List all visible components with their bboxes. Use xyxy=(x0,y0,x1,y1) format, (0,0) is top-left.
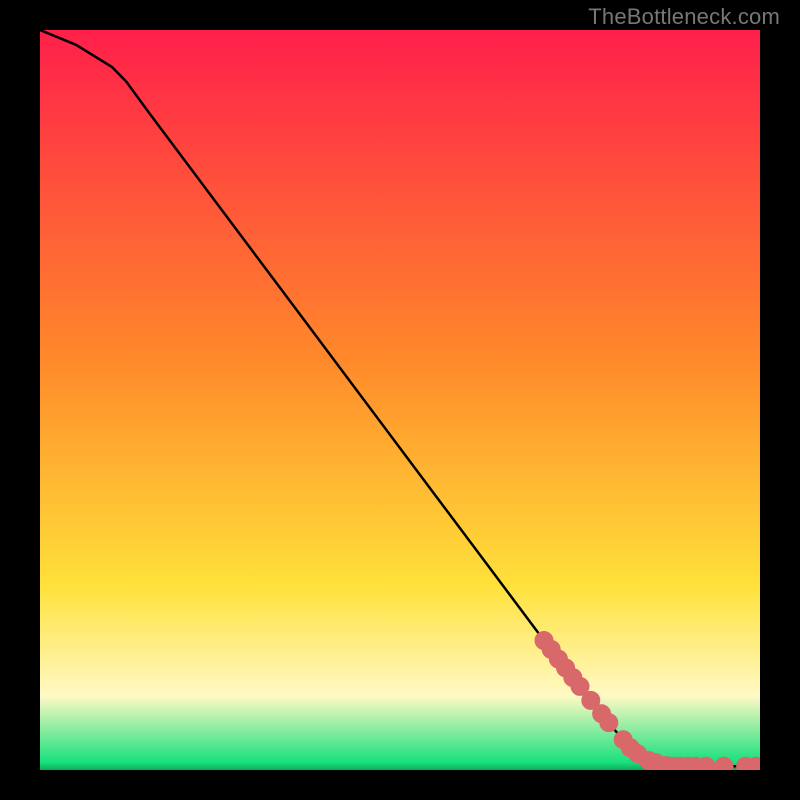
attribution-label: TheBottleneck.com xyxy=(588,4,780,30)
data-marker xyxy=(715,757,733,770)
data-marker xyxy=(697,757,715,770)
chart-svg xyxy=(40,30,760,770)
data-marker xyxy=(600,714,618,732)
chart-plot xyxy=(40,30,760,770)
gradient-background xyxy=(40,30,760,770)
chart-stage: TheBottleneck.com xyxy=(0,0,800,800)
